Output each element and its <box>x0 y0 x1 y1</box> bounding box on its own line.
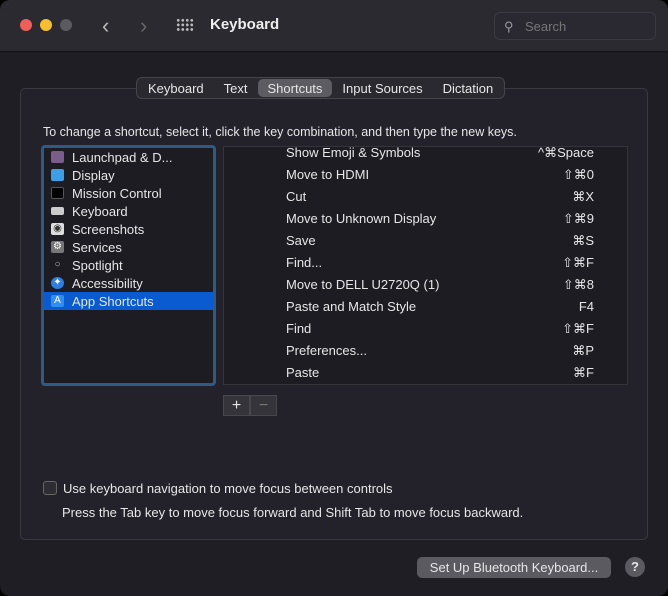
title-bar: ‹ › Keyboard ⚲ Search <box>0 0 668 52</box>
remove-button[interactable]: − <box>250 395 277 416</box>
shortcut-keys[interactable]: ⇧⌘8 <box>563 277 594 293</box>
shortcut-keys[interactable]: ⇧⌘F <box>562 321 594 337</box>
category-item[interactable]: Keyboard <box>44 202 213 220</box>
shortcut-name: Find <box>286 321 312 336</box>
shortcut-row[interactable]: Move to Unknown Display ⇧⌘9 <box>224 211 627 233</box>
category-label: App Shortcuts <box>72 293 154 309</box>
app-store-icon: A <box>51 295 64 307</box>
shortcut-keys[interactable]: ⇧⌘0 <box>563 167 594 183</box>
forward-chevron-icon[interactable]: › <box>140 13 147 39</box>
shortcuts-table[interactable]: Show Emoji & Symbols ^⌘Space Move to HDMI ⇧… <box>223 145 628 387</box>
shortcut-name: Preferences... <box>286 343 367 358</box>
keyboard-navigation-label[interactable]: Use keyboard navigation to move focus be… <box>63 481 393 496</box>
category-item-selected[interactable]: A App Shortcuts <box>44 292 213 310</box>
category-item[interactable]: Mission Control <box>44 184 213 202</box>
category-item[interactable]: Display <box>44 166 213 184</box>
zoom-button[interactable] <box>60 19 72 31</box>
window-title: Keyboard <box>210 16 280 33</box>
keyboard-preferences-window: ‹ › Keyboard ⚲ Search Keyboard Text Shor… <box>0 0 668 596</box>
tab-input-sources[interactable]: Input Sources <box>332 79 432 97</box>
screenshot-icon: ◉ <box>51 223 64 235</box>
minimize-button[interactable] <box>40 19 52 31</box>
shortcut-keys[interactable]: F4 <box>579 299 594 314</box>
shortcut-name: Move to HDMI <box>286 167 370 182</box>
category-item[interactable]: ◉ Screenshots <box>44 220 213 238</box>
category-label: Screenshots <box>72 221 145 237</box>
shortcut-row[interactable]: Cut ⌘X <box>224 189 627 211</box>
category-item[interactable]: Launchpad & D... <box>44 148 213 166</box>
gear-icon: ⚙ <box>51 241 64 253</box>
keyboard-icon <box>51 207 64 215</box>
shortcut-row[interactable]: Paste and Match Style F4 <box>224 299 627 321</box>
tab-text[interactable]: Text <box>214 79 258 97</box>
grid-icon[interactable] <box>176 18 194 32</box>
launchpad-icon <box>51 151 64 163</box>
shortcut-row[interactable]: Find... ⇧⌘F <box>224 255 627 277</box>
tab-dictation[interactable]: Dictation <box>433 79 504 97</box>
shortcut-name: Move to Unknown Display <box>286 211 437 226</box>
add-button[interactable]: + <box>223 395 250 416</box>
shortcut-name: Find... <box>286 255 323 270</box>
setup-bluetooth-keyboard-button[interactable]: Set Up Bluetooth Keyboard... <box>417 557 611 578</box>
shortcut-name: Paste <box>286 365 320 380</box>
shortcut-row[interactable]: Find ⇧⌘F <box>224 321 627 343</box>
shortcut-name: Save <box>286 233 316 248</box>
shortcut-row[interactable]: Show Emoji & Symbols ^⌘Space <box>224 145 627 167</box>
search-input[interactable]: ⚲ Search <box>494 12 656 40</box>
tab-keyboard[interactable]: Keyboard <box>138 79 214 97</box>
category-label: Launchpad & D... <box>72 149 173 165</box>
category-list[interactable]: Launchpad & D... Display Mission Control… <box>41 145 216 386</box>
category-item[interactable]: ○ Spotlight <box>44 256 213 274</box>
shortcut-name: Move to DELL U2720Q (1) <box>286 277 440 292</box>
category-label: Keyboard <box>72 203 128 219</box>
keyboard-navigation-hint: Press the Tab key to move focus forward … <box>62 505 524 520</box>
category-label: Mission Control <box>72 185 162 201</box>
tab-shortcuts[interactable]: Shortcuts <box>257 79 333 97</box>
mission-control-icon <box>51 187 64 199</box>
tab-bar: Keyboard Text Shortcuts Input Sources Di… <box>136 77 506 99</box>
search-icon: ○ <box>54 259 61 270</box>
shortcut-name: Show Emoji & Symbols <box>286 145 421 160</box>
shortcut-row[interactable]: Save ⌘S <box>224 233 627 255</box>
shortcut-keys[interactable]: ⇧⌘9 <box>563 211 594 227</box>
close-button[interactable] <box>20 19 32 31</box>
category-label: Spotlight <box>72 257 123 273</box>
category-item[interactable]: ✦ Accessibility <box>44 274 213 292</box>
keyboard-navigation-checkbox[interactable] <box>43 481 57 495</box>
shortcut-row[interactable]: Move to HDMI ⇧⌘0 <box>224 167 627 189</box>
shortcut-row[interactable]: Preferences... ⌘P <box>224 343 627 365</box>
shortcut-keys[interactable]: ⌘X <box>572 189 594 205</box>
search-icon: ⚲ <box>504 19 514 34</box>
instruction-text: To change a shortcut, select it, click t… <box>43 125 517 139</box>
help-button[interactable]: ? <box>625 557 645 577</box>
accessibility-icon: ✦ <box>51 277 64 289</box>
display-icon <box>51 169 64 181</box>
shortcut-name: Cut <box>286 189 307 204</box>
shortcut-row[interactable]: Move to DELL U2720Q (1) ⇧⌘8 <box>224 277 627 299</box>
search-placeholder: Search <box>525 19 567 34</box>
shortcut-row[interactable]: Paste ⌘F <box>224 365 627 387</box>
shortcut-keys[interactable]: ⌘S <box>572 233 594 249</box>
category-label: Services <box>72 239 122 255</box>
shortcut-name: Paste and Match Style <box>286 299 417 314</box>
shortcut-keys[interactable]: ^⌘Space <box>538 145 594 161</box>
shortcut-keys[interactable]: ⌘P <box>572 343 594 359</box>
category-item[interactable]: ⚙ Services <box>44 238 213 256</box>
category-label: Accessibility <box>72 275 143 291</box>
back-chevron-icon[interactable]: ‹ <box>102 13 109 39</box>
shortcut-keys[interactable]: ⌘F <box>573 365 594 381</box>
category-label: Display <box>72 167 115 183</box>
shortcut-keys[interactable]: ⇧⌘F <box>562 255 594 271</box>
